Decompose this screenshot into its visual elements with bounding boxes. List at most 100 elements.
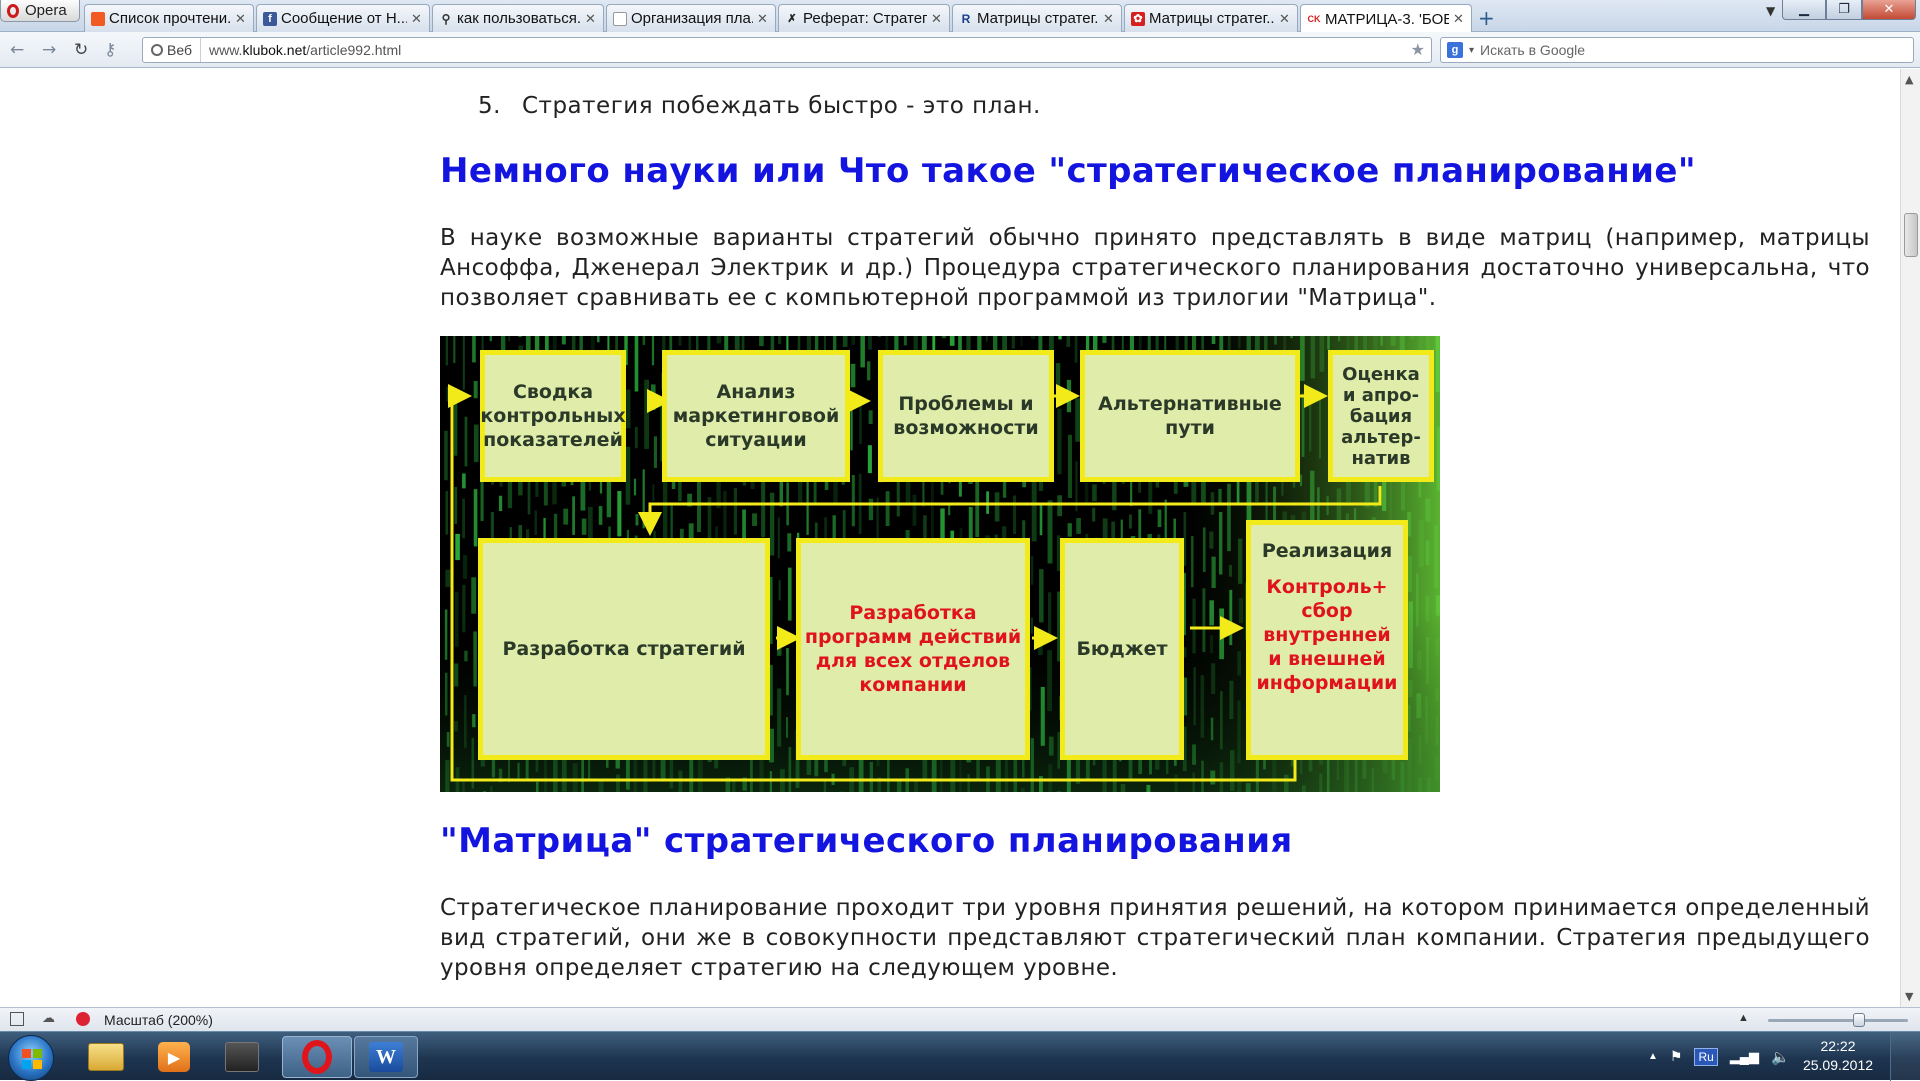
box-strategy-development: Разработка стратегий — [478, 538, 770, 760]
section-heading-matrix: "Матрица" стратегического планирования — [440, 821, 1293, 861]
box-line: Бюджет — [1076, 637, 1167, 661]
show-desktop-button[interactable] — [1890, 1032, 1920, 1081]
site-icon: ✿ — [1131, 12, 1145, 26]
key-icon[interactable]: ⚷ — [104, 40, 116, 60]
box-line: сбор — [1301, 599, 1352, 623]
tab-2[interactable]: f Сообщение от Н... ✕ — [256, 4, 430, 32]
box-line: натив — [1351, 448, 1410, 469]
explorer-icon[interactable] — [76, 1036, 136, 1078]
tab-list-icon[interactable]: ▼ — [1766, 4, 1775, 18]
status-bar: ☁ Масштаб (200%) ▲ — [0, 1007, 1920, 1031]
opera-menu-label: Opera — [25, 2, 67, 19]
opera-taskbar-icon[interactable] — [282, 1036, 352, 1078]
box-implementation: Реализация Контроль+ сбор внутренней и в… — [1246, 520, 1408, 760]
close-tab-icon[interactable]: ✕ — [411, 11, 423, 27]
tab-3[interactable]: ⚲ как пользоваться... ✕ — [432, 4, 604, 32]
address-bar: ← → ↻ ⚷ Веб www.klubok.net/article992.ht… — [0, 32, 1920, 68]
action-center-flag-icon[interactable]: ⚑ — [1670, 1048, 1683, 1065]
box-title: Реализация — [1262, 539, 1392, 563]
box-line: показателей — [483, 428, 623, 452]
close-tab-icon[interactable]: ✕ — [1279, 11, 1291, 27]
show-hidden-icons[interactable]: ▲ — [1648, 1051, 1658, 1062]
speakers-icon[interactable] — [212, 1036, 272, 1078]
zoom-up-icon[interactable]: ▲ — [1738, 1012, 1749, 1024]
start-button[interactable] — [8, 1035, 54, 1081]
box-action-programs: Разработка программ действий для всех от… — [796, 538, 1030, 760]
box-line: Контроль+ — [1266, 575, 1387, 599]
box-line: внутренней — [1263, 623, 1391, 647]
box-line: для всех отделов — [816, 649, 1010, 673]
vertical-scrollbar[interactable]: ▲ ▼ — [1900, 69, 1920, 1007]
new-tab-button[interactable]: + — [1478, 6, 1495, 30]
clock[interactable]: 22:22 25.09.2012 — [1796, 1037, 1880, 1075]
close-tab-icon[interactable]: ✕ — [1103, 11, 1115, 27]
chevron-down-icon[interactable]: ▾ — [1469, 45, 1474, 56]
volume-icon[interactable]: 🔈 — [1771, 1048, 1790, 1066]
scroll-up-icon[interactable]: ▲ — [1905, 73, 1913, 86]
reload-icon[interactable]: ↻ — [74, 40, 88, 60]
close-tab-icon[interactable]: ✕ — [585, 11, 597, 27]
maximize-button[interactable]: ❐ — [1826, 0, 1862, 20]
site-icon: R — [959, 12, 973, 26]
back-icon[interactable]: ← — [10, 40, 24, 60]
tab-4[interactable]: Организация пла... ✕ — [606, 4, 776, 32]
list-item-text: Стратегия побеждать быстро - это план. — [522, 93, 1041, 119]
bookmark-star-icon[interactable]: ★ — [1411, 40, 1425, 60]
cloud-icon[interactable]: ☁ — [42, 1010, 56, 1024]
word-icon[interactable]: W — [354, 1036, 418, 1078]
planning-process-diagram: Сводка контрольных показателей Анализ ма… — [440, 336, 1440, 792]
close-tab-icon[interactable]: ✕ — [757, 11, 769, 27]
list-item-number: 5. — [478, 93, 522, 119]
web-badge-label: Веб — [167, 42, 192, 58]
box-line: контрольных — [480, 404, 625, 428]
tab-label: Организация пла... — [631, 10, 753, 27]
box-line: и внешней — [1268, 647, 1385, 671]
search-field[interactable]: g ▾ Искать в Google — [1440, 37, 1914, 63]
url-field[interactable]: Веб www.klubok.net/article992.html ★ — [142, 37, 1432, 63]
box-line: Разработка — [849, 601, 976, 625]
language-indicator[interactable]: Ru — [1694, 1048, 1717, 1066]
url-path: /article992.html — [306, 42, 401, 58]
tab-label: Матрицы стратег... — [977, 10, 1099, 27]
box-line: маркетинговой — [673, 404, 840, 428]
turbo-icon[interactable] — [76, 1012, 90, 1026]
windows-taskbar: ▶ W ▲ ⚑ Ru ▂▄▆ 🔈 22:22 25.09.2012 — [0, 1031, 1920, 1080]
forward-icon[interactable]: → — [42, 40, 56, 60]
close-tab-icon[interactable]: ✕ — [931, 11, 943, 27]
minimize-button[interactable]: ▁ — [1782, 0, 1826, 20]
tab-label: Матрицы стратег... — [1149, 10, 1275, 27]
panel-toggle-icon[interactable] — [10, 1012, 24, 1026]
tab-label: Сообщение от Н... — [281, 10, 407, 27]
windows-logo-icon — [22, 1049, 42, 1069]
box-budget: Бюджет — [1060, 538, 1184, 760]
box-line: Анализ — [717, 380, 796, 404]
list-item: 5.Стратегия побеждать быстро - это план. — [478, 93, 1041, 119]
box-line: альтер- — [1341, 427, 1421, 448]
tab-6[interactable]: R Матрицы стратег... ✕ — [952, 4, 1122, 32]
tab-1[interactable]: Список прочтени... ✕ — [84, 4, 254, 32]
media-player-icon[interactable]: ▶ — [144, 1036, 204, 1078]
box-line: бация — [1350, 406, 1412, 427]
box-line: компании — [859, 673, 966, 697]
close-tab-icon[interactable]: ✕ — [1453, 11, 1465, 27]
close-window-button[interactable]: ✕ — [1862, 0, 1916, 20]
page-content: 5.Стратегия побеждать быстро - это план.… — [0, 69, 1900, 1007]
zoom-slider[interactable] — [1768, 1019, 1908, 1022]
tab-7[interactable]: ✿ Матрицы стратег... ✕ — [1124, 4, 1298, 32]
url-text: www.klubok.net/article992.html — [201, 42, 401, 58]
close-tab-icon[interactable]: ✕ — [235, 11, 247, 27]
scroll-down-icon[interactable]: ▼ — [1905, 990, 1913, 1003]
tab-8-active[interactable]: CK МАТРИЦА-3. 'БОЕ... ✕ — [1300, 4, 1472, 33]
google-icon[interactable]: g — [1447, 42, 1463, 58]
zoom-slider-thumb[interactable] — [1853, 1013, 1865, 1027]
box-line: Сводка — [513, 380, 593, 404]
site-icon: CK — [1307, 12, 1321, 26]
opera-menu-button[interactable]: Opera — [0, 0, 80, 22]
tab-5[interactable]: ✗ Реферат: Стратег... ✕ — [778, 4, 950, 32]
tab-bar: Opera Список прочтени... ✕ f Сообщение о… — [0, 0, 1920, 32]
scroll-thumb[interactable] — [1904, 213, 1918, 257]
box-problems-opportunities: Проблемы и возможности — [878, 350, 1054, 482]
box-marketing-analysis: Анализ маркетинговой ситуации — [662, 350, 850, 482]
web-badge[interactable]: Веб — [143, 38, 201, 62]
network-icon[interactable]: ▂▄▆ — [1730, 1049, 1759, 1065]
